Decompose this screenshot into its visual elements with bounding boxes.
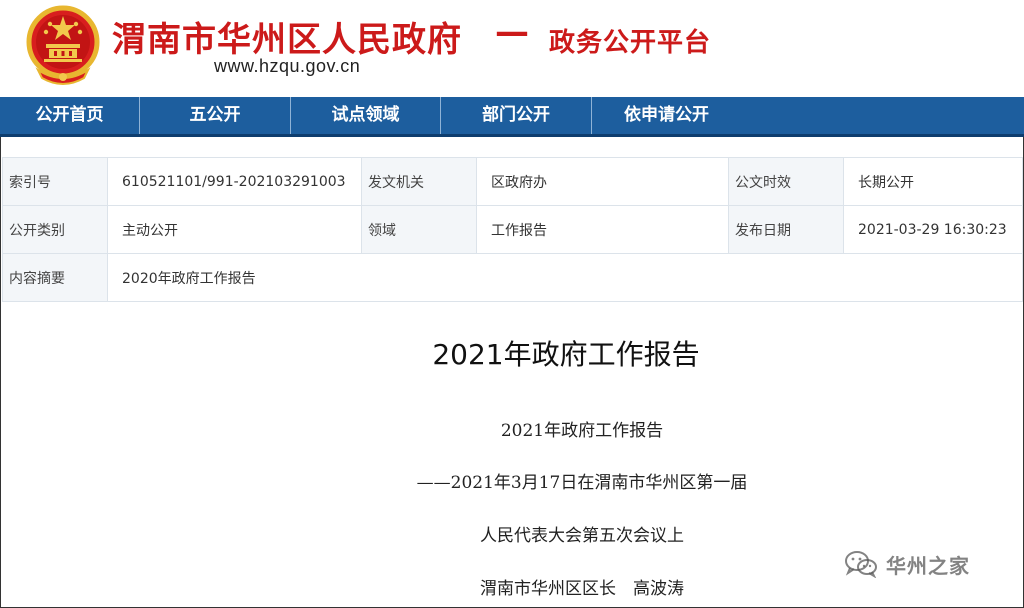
nav-item-apply-disclosure[interactable]: 依申请公开 bbox=[592, 97, 741, 134]
table-row: 公开类别 主动公开 领域 工作报告 发布日期 2021-03-29 16:30:… bbox=[2, 205, 1023, 254]
validity-value: 长期公开 bbox=[843, 157, 1023, 206]
summary-value: 2020年政府工作报告 bbox=[107, 253, 1023, 302]
site-url: www.hzqu.gov.cn bbox=[214, 56, 361, 76]
domain-value: 工作报告 bbox=[476, 205, 729, 254]
site-name: 渭南市华州区人民政府 bbox=[112, 20, 462, 60]
article-occasion: ——2021年3月17日在渭南市华州区第一届 bbox=[416, 473, 748, 493]
article-subtitle: 2021年政府工作报告 bbox=[500, 421, 664, 441]
domain-label: 领域 bbox=[361, 205, 477, 254]
site-header: 渭南市华州区人民政府 — 政务公开平台 www.hzqu.gov.cn bbox=[0, 0, 1024, 97]
validity-label: 公文时效 bbox=[728, 157, 844, 206]
summary-label: 内容摘要 bbox=[2, 253, 108, 302]
category-value: 主动公开 bbox=[107, 205, 362, 254]
index-value: 610521101/991-202103291003 bbox=[107, 157, 362, 206]
table-row: 索引号 610521101/991-202103291003 发文机关 区政府办… bbox=[2, 157, 1023, 206]
platform-name: 政务公开平台 bbox=[549, 28, 712, 58]
wechat-watermark: 华州之家 bbox=[844, 548, 970, 580]
document-info-table: 索引号 610521101/991-202103291003 发文机关 区政府办… bbox=[2, 157, 1023, 302]
nav-item-home[interactable]: 公开首页 bbox=[0, 97, 140, 134]
category-label: 公开类别 bbox=[2, 205, 108, 254]
index-label: 索引号 bbox=[2, 157, 108, 206]
watermark-text: 华州之家 bbox=[886, 553, 970, 578]
main-nav: 公开首页 五公开 试点领域 部门公开 依申请公开 bbox=[0, 97, 1024, 137]
table-row: 内容摘要 2020年政府工作报告 bbox=[2, 253, 1023, 302]
issuer-value: 区政府办 bbox=[476, 157, 729, 206]
title-separator: — bbox=[495, 12, 529, 52]
nav-item-five-public[interactable]: 五公开 bbox=[140, 97, 291, 134]
article-title: 2021年政府工作报告 bbox=[432, 338, 700, 371]
national-emblem-icon bbox=[26, 5, 100, 85]
wechat-icon bbox=[845, 551, 877, 578]
date-value: 2021-03-29 16:30:23 bbox=[843, 205, 1023, 254]
article-session: 人民代表大会第五次会议上 bbox=[480, 526, 684, 546]
nav-item-department[interactable]: 部门公开 bbox=[441, 97, 592, 134]
date-label: 发布日期 bbox=[728, 205, 844, 254]
issuer-label: 发文机关 bbox=[361, 157, 477, 206]
nav-item-pilot-fields[interactable]: 试点领域 bbox=[291, 97, 441, 134]
